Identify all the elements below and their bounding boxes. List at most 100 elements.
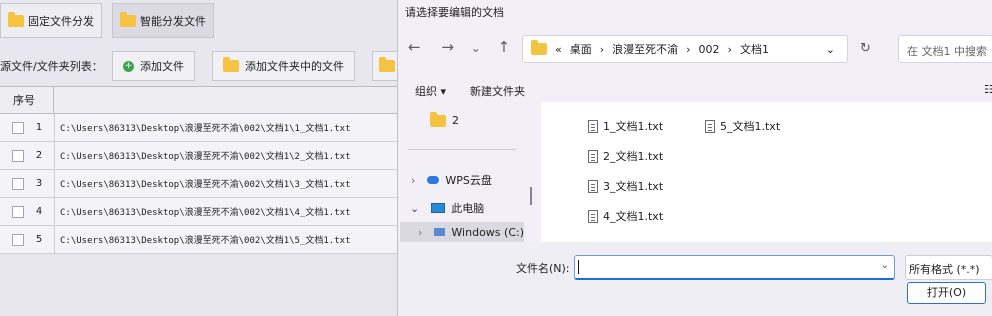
breadcrumb-overflow[interactable]: «: [555, 43, 562, 56]
row-checkbox[interactable]: [12, 205, 24, 218]
row-checkbox[interactable]: [12, 121, 24, 134]
add-folder-files-button[interactable]: 添加文件夹中的文件: [212, 51, 355, 81]
add-folder-label: 添加文件夹中的文件: [245, 60, 344, 73]
file-item[interactable]: 3_文档1.txt: [588, 178, 663, 194]
drive-icon: [434, 228, 446, 236]
folder-icon: [379, 57, 395, 72]
chevron-down-icon[interactable]: ⌄: [410, 202, 419, 215]
breadcrumb-002[interactable]: 002: [699, 43, 720, 56]
text-file-icon: [588, 149, 598, 163]
view-options-icon[interactable]: ☷: [984, 83, 992, 96]
folder-icon: [8, 11, 24, 27]
tab-label: 智能分发文件: [140, 14, 206, 28]
breadcrumb-folder-romance[interactable]: 浪漫至死不渝: [612, 41, 678, 57]
row-checkbox[interactable]: [12, 177, 24, 190]
nav-item-label: WPS云盘: [445, 174, 492, 187]
tab-label: 固定文件分发: [28, 14, 94, 28]
refresh-icon[interactable]: ↻: [860, 41, 871, 56]
up-arrow-icon[interactable]: ↑: [498, 38, 511, 56]
text-file-icon: [588, 209, 598, 223]
table-row[interactable]: 1 C:\Users\86313\Desktop\浪漫至死不渝\002\文档1\…: [0, 113, 400, 142]
breadcrumb-desktop[interactable]: 桌面: [570, 41, 592, 57]
nav-item-windows-drive[interactable]: › Windows (C:): [400, 222, 524, 242]
row-number: 2: [35, 150, 43, 161]
file-list-area: 1_文档1.txt 5_文档1.txt 2_文档1.txt 3_文档1.txt …: [541, 102, 992, 242]
file-item[interactable]: 5_文档1.txt: [705, 118, 780, 134]
table-row[interactable]: 4 C:\Users\86313\Desktop\浪漫至死不渝\002\文档1\…: [0, 197, 400, 226]
row-number: 3: [35, 178, 43, 189]
source-file-table: 序号 1 C:\Users\86313\Desktop\浪漫至死不渝\002\文…: [0, 86, 400, 254]
file-item[interactable]: 2_文档1.txt: [588, 148, 663, 164]
file-name: 3_文档1.txt: [603, 180, 664, 193]
row-checkbox[interactable]: [12, 149, 24, 162]
nav-item-label: 2: [452, 114, 459, 127]
new-folder-button[interactable]: 新建文件夹: [470, 83, 525, 99]
chevron-right-icon[interactable]: ›: [411, 174, 415, 187]
dialog-footer: 文件名(N): ⌄ 所有格式 (*.*) 打开(O): [398, 242, 992, 316]
chevron-right-icon: ›: [599, 42, 605, 56]
nav-item-folder-2[interactable]: 2: [430, 111, 459, 127]
text-file-icon: [588, 179, 598, 193]
table-header: 序号: [0, 86, 400, 114]
tab-smart-distribution[interactable]: 智能分发文件: [112, 3, 214, 38]
organize-menu[interactable]: 组织 ▾: [415, 83, 446, 99]
breadcrumb-doc1[interactable]: 文档1: [740, 41, 769, 57]
nav-item-label: 此电脑: [451, 202, 485, 215]
file-item[interactable]: 4_文档1.txt: [588, 208, 663, 224]
row-number: 5: [35, 234, 43, 245]
nav-item-wps-cloud[interactable]: › WPS云盘: [411, 172, 492, 188]
file-path: C:\Users\86313\Desktop\浪漫至死不渝\002\文档1\2_…: [60, 152, 351, 162]
tab-fixed-distribution[interactable]: 固定文件分发: [0, 3, 102, 38]
search-input[interactable]: 在 文档1 中搜索: [898, 35, 992, 63]
nav-divider: [408, 149, 516, 150]
open-file-dialog: 请选择要编辑的文档 ← → ⌄ ↑ « 桌面 › 浪漫至死不渝 › 002 › …: [397, 0, 992, 316]
navigation-pane: 2 › WPS云盘 ⌄ 此电脑 › Windows (C:): [398, 102, 526, 242]
row-number: 4: [35, 206, 43, 217]
file-path: C:\Users\86313\Desktop\浪漫至死不渝\002\文档1\4_…: [60, 208, 351, 218]
row-checkbox[interactable]: [12, 233, 24, 246]
row-number: 1: [35, 122, 43, 133]
main-app-window: 固定文件分发 智能分发文件 源文件/文件夹列表： + 添加文件 添加文件夹中的文…: [0, 0, 402, 316]
text-caret: [578, 260, 579, 274]
file-type-select[interactable]: 所有格式 (*.*): [905, 255, 992, 280]
folder-icon: [120, 11, 136, 27]
chevron-right-icon[interactable]: ›: [418, 226, 422, 239]
add-file-label: 添加文件: [140, 60, 184, 73]
folder-icon: [223, 57, 239, 72]
nav-item-this-pc[interactable]: ⌄ 此电脑: [410, 200, 484, 216]
forward-arrow-icon[interactable]: →: [441, 38, 454, 56]
filename-label: 文件名(N):: [516, 262, 570, 275]
column-header-no: 序号: [0, 87, 54, 113]
back-arrow-icon[interactable]: ←: [408, 38, 421, 56]
filename-input[interactable]: ⌄: [574, 255, 895, 280]
file-name: 4_文档1.txt: [603, 210, 664, 223]
address-dropdown-icon[interactable]: ⌄: [826, 43, 835, 56]
cloud-icon: [427, 176, 440, 184]
table-row[interactable]: 5 C:\Users\86313\Desktop\浪漫至死不渝\002\文档1\…: [0, 225, 400, 254]
text-file-icon: [705, 119, 715, 133]
nav-scrollbar-thumb[interactable]: [530, 187, 532, 205]
table-row[interactable]: 3 C:\Users\86313\Desktop\浪漫至死不渝\002\文档1\…: [0, 169, 400, 198]
file-name: 5_文档1.txt: [720, 120, 781, 133]
address-bar[interactable]: « 桌面 › 浪漫至死不渝 › 002 › 文档1 ⌄: [522, 35, 848, 63]
file-name: 1_文档1.txt: [603, 120, 664, 133]
table-row[interactable]: 2 C:\Users\86313\Desktop\浪漫至死不渝\002\文档1\…: [0, 141, 400, 170]
file-path: C:\Users\86313\Desktop\浪漫至死不渝\002\文档1\5_…: [60, 236, 351, 246]
dialog-title: 请选择要编辑的文档: [405, 6, 504, 19]
add-file-button[interactable]: + 添加文件: [112, 51, 195, 81]
file-path: C:\Users\86313\Desktop\浪漫至死不渝\002\文档1\1_…: [60, 124, 351, 134]
source-list-label: 源文件/文件夹列表：: [0, 60, 103, 73]
text-file-icon: [588, 119, 598, 133]
file-item[interactable]: 1_文档1.txt: [588, 118, 663, 134]
filename-dropdown-icon[interactable]: ⌄: [881, 260, 889, 271]
file-path: C:\Users\86313\Desktop\浪漫至死不渝\002\文档1\3_…: [60, 180, 351, 190]
folder-icon: [531, 40, 547, 55]
nav-buttons: ← → ⌄ ↑: [408, 38, 510, 56]
add-icon: +: [123, 60, 134, 72]
open-button[interactable]: 打开(O): [907, 282, 986, 304]
nav-item-label: Windows (C:): [451, 225, 524, 239]
recent-locations-icon[interactable]: ⌄: [471, 41, 481, 55]
file-name: 2_文档1.txt: [603, 150, 664, 163]
chevron-right-icon: ›: [727, 42, 732, 56]
chevron-right-icon: ›: [686, 42, 691, 56]
